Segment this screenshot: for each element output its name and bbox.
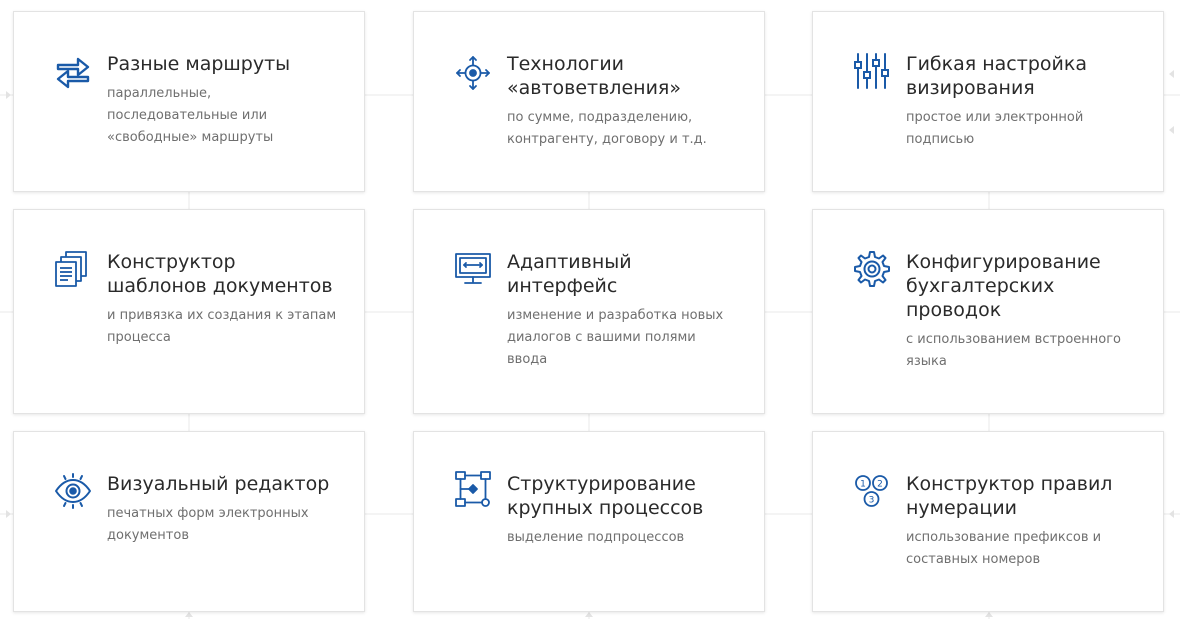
feature-title: Визуальный редактор	[107, 473, 330, 495]
feature-title: Технологии «автоветвления»	[507, 53, 681, 99]
feature-card-visual-editor: Визуальный редактор печатных форм электр…	[13, 431, 365, 612]
feature-card-numbering-rules: 1 2 3 Конструктор правил нумерации испол…	[812, 431, 1164, 612]
feature-description: печатных форм электронных документов	[107, 506, 309, 543]
auto-branch-icon	[454, 54, 492, 92]
feature-description: использование префиксов и составных номе…	[906, 530, 1102, 567]
feature-description: и привязка их создания к этапам процесса	[107, 308, 337, 345]
document-templates-icon	[54, 250, 92, 288]
feature-title: Гибкая настройка визирования	[906, 53, 1087, 99]
eye-icon	[54, 472, 92, 510]
feature-card-document-templates: Конструктор шаблонов документов и привяз…	[13, 209, 365, 414]
feature-title: Структурирование крупных процессов	[507, 473, 704, 519]
svg-text:1: 1	[860, 480, 866, 490]
feature-description: выделение подпроцессов	[507, 530, 685, 545]
sliders-icon	[853, 52, 891, 90]
feature-description: по сумме, подразделению, контрагенту, до…	[507, 110, 707, 147]
feature-title: Конфигурирование бухгалтерских проводок	[906, 251, 1101, 321]
gear-icon	[853, 250, 891, 288]
route-arrows-icon	[54, 54, 92, 92]
feature-title: Конструктор шаблонов документов	[107, 251, 333, 297]
svg-text:2: 2	[877, 480, 883, 490]
feature-card-approval-settings: Гибкая настройка визирования простое или…	[812, 11, 1164, 192]
feature-description: параллельные, последовательные или «своб…	[107, 86, 274, 145]
feature-card-process-structure: Структурирование крупных процессов выдел…	[413, 431, 765, 612]
feature-title: Конструктор правил нумерации	[906, 473, 1113, 519]
feature-card-auto-branch: Технологии «автоветвления» по сумме, под…	[413, 11, 765, 192]
feature-title: Адаптивный интерфейс	[507, 251, 632, 297]
feature-description: изменение и разработка новых диалогов с …	[507, 308, 724, 367]
feature-description: с использованием встроенного языка	[906, 332, 1122, 369]
numbering-icon: 1 2 3	[853, 472, 891, 510]
feature-card-routes: Разные маршруты параллельные, последоват…	[13, 11, 365, 192]
monitor-icon	[454, 250, 492, 288]
feature-description: простое или электронной подписью	[906, 110, 1084, 147]
feature-card-accounting-entries: Конфигурирование бухгалтерских проводок …	[812, 209, 1164, 414]
process-structure-icon	[454, 470, 492, 508]
svg-text:3: 3	[869, 496, 875, 506]
feature-card-adaptive-interface: Адаптивный интерфейс изменение и разрабо…	[413, 209, 765, 414]
feature-title: Разные маршруты	[107, 53, 291, 75]
